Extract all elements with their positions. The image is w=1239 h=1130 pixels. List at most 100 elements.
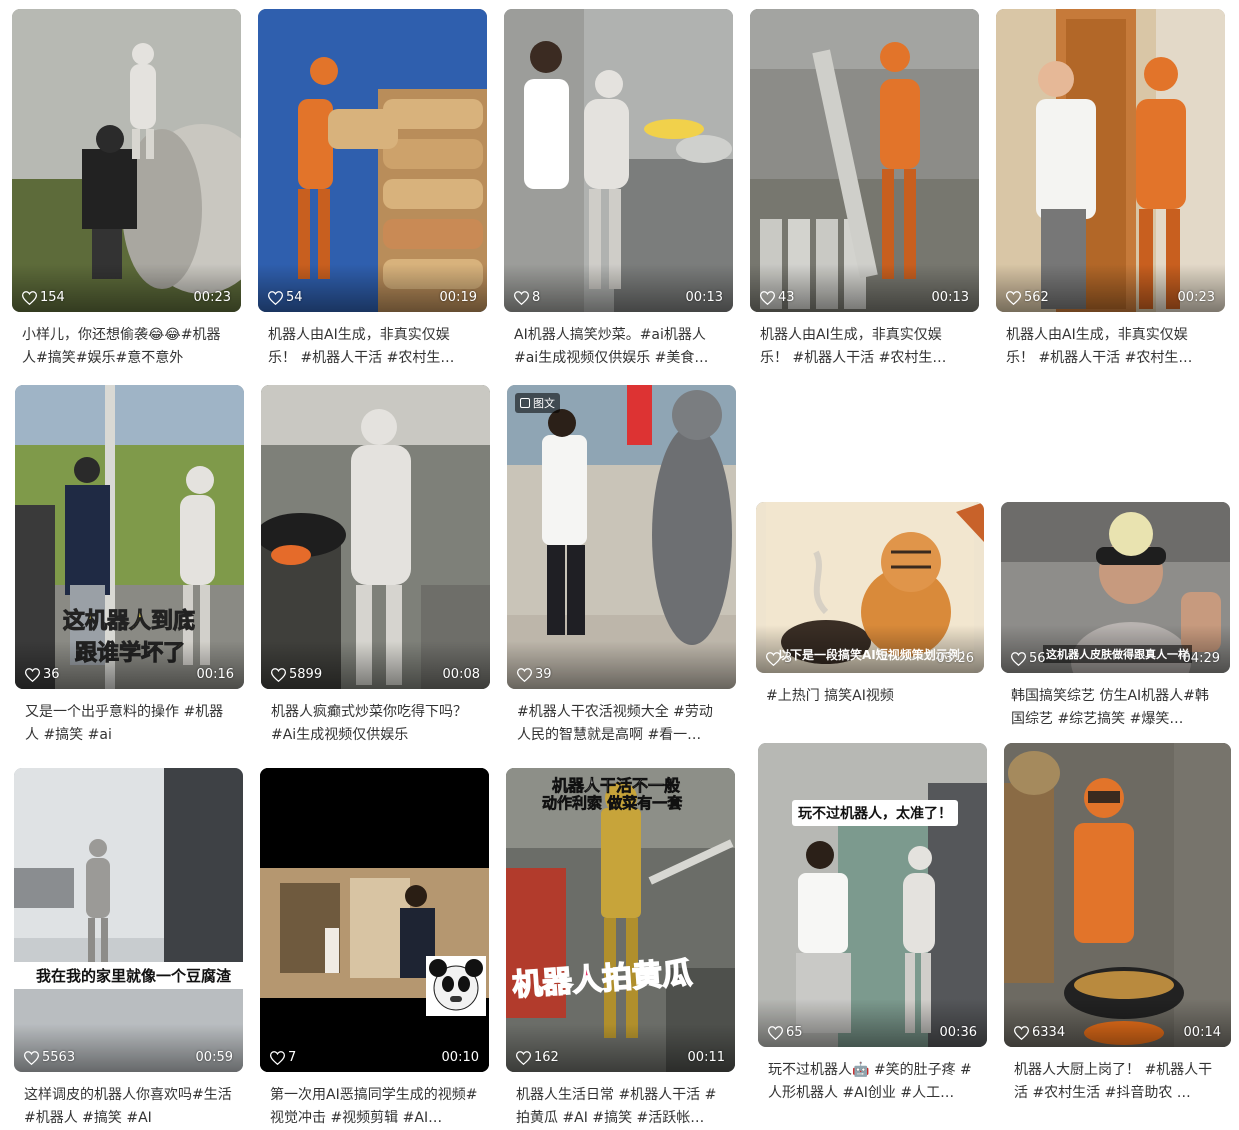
video-card-4[interactable]: 43 00:13 机器人由AI生成，非真实仅娱乐！ #机器人干活 #农村生… xyxy=(750,9,979,370)
like-count[interactable]: 39 xyxy=(517,667,552,682)
video-thumbnail[interactable]: 8 00:13 xyxy=(504,9,733,312)
video-card-9[interactable]: 以下是一段搞笑AI短视频策划示例： 3 03:26 #上热门 搞笑AI视频 xyxy=(756,502,984,731)
video-caption[interactable]: 机器人由AI生成，非真实仅娱乐！ #机器人干活 #农村生… xyxy=(760,324,969,370)
video-card-14[interactable]: 玩不过机器人，太准了！ 65 00:36 玩不过机器人🤖 #笑的肚子疼 #人形机… xyxy=(758,743,987,1105)
video-duration: 00:11 xyxy=(687,1050,725,1065)
heart-outline-icon[interactable] xyxy=(516,1050,531,1065)
video-duration: 00:08 xyxy=(442,667,480,682)
video-thumbnail[interactable]: 562 00:23 xyxy=(996,9,1225,312)
heart-outline-icon[interactable] xyxy=(1014,1025,1029,1040)
video-duration: 00:23 xyxy=(193,290,231,305)
heart-outline-icon[interactable] xyxy=(25,667,40,682)
video-overlay-text: 我在我的家里就像一个豆腐渣 xyxy=(14,962,243,989)
video-thumbnail[interactable]: 这机器人皮肤做得跟真人一样 56 04:29 xyxy=(1001,502,1230,673)
badge-label: 图文 xyxy=(533,397,555,410)
video-card-10[interactable]: 这机器人皮肤做得跟真人一样 56 04:29 韩国搞笑综艺 仿生AI机器人#韩国… xyxy=(1001,502,1230,731)
video-duration: 00:16 xyxy=(196,667,234,682)
video-thumbnail[interactable]: 我在我的家里就像一个豆腐渣 5563 00:59 xyxy=(14,768,243,1072)
like-count[interactable]: 36 xyxy=(25,667,60,682)
like-count[interactable]: 54 xyxy=(268,290,303,305)
video-card-11[interactable]: 我在我的家里就像一个豆腐渣 5563 00:59 这样调皮的机器人你喜欢吗#生活… xyxy=(14,768,243,1130)
like-count[interactable]: 5899 xyxy=(271,667,322,682)
like-count-value: 8 xyxy=(532,290,541,305)
like-count[interactable]: 5563 xyxy=(24,1050,75,1065)
like-count-value: 36 xyxy=(43,667,60,682)
heart-outline-icon[interactable] xyxy=(517,667,532,682)
video-thumbnail[interactable]: 43 00:13 xyxy=(750,9,979,312)
video-duration: 03:26 xyxy=(936,651,974,666)
video-duration: 00:23 xyxy=(1177,290,1215,305)
like-count[interactable]: 43 xyxy=(760,290,795,305)
video-duration: 00:36 xyxy=(939,1025,977,1040)
video-caption[interactable]: 小样儿，你还想偷袭😂😂#机器人#搞笑#娱乐#意不意外 xyxy=(22,324,231,370)
like-count[interactable]: 8 xyxy=(514,290,540,305)
video-thumbnail[interactable]: 机器人干活不一般 动作利索 做菜有一套 机器人拍黄瓜 162 00:11 xyxy=(506,768,735,1072)
heart-outline-icon[interactable] xyxy=(766,651,781,666)
heart-outline-icon[interactable] xyxy=(1006,290,1021,305)
video-caption[interactable]: 机器人生活日常 #机器人干活 #拍黄瓜 #AI #搞笑 #活跃帐… xyxy=(516,1084,725,1130)
heart-outline-icon[interactable] xyxy=(768,1025,783,1040)
video-caption[interactable]: #上热门 搞笑AI视频 xyxy=(766,685,974,731)
video-card-2[interactable]: 54 00:19 机器人由AI生成，非真实仅娱乐！ #机器人干活 #农村生… xyxy=(258,9,487,370)
heart-outline-icon[interactable] xyxy=(514,290,529,305)
heart-outline-icon[interactable] xyxy=(24,1050,39,1065)
video-card-8[interactable]: 图文 39 #机器人干农活视频大全 #劳动人民的智慧就是高啊 #看一… xyxy=(507,385,736,747)
video-card-3[interactable]: 8 00:13 AI机器人搞笑炒菜。#ai机器人 #ai生成视频仅供娱乐 #美食… xyxy=(504,9,733,370)
image-text-icon xyxy=(520,398,530,408)
heart-outline-icon[interactable] xyxy=(270,1050,285,1065)
video-caption[interactable]: 又是一个出乎意料的操作 #机器人 #搞笑 #ai xyxy=(25,701,234,747)
video-overlay-text: 玩不过机器人，太准了！ xyxy=(792,800,958,826)
video-card-12[interactable]: 7 00:10 第一次用AI恶搞同学生成的视频#视觉冲击 #视频剪辑 #AI… xyxy=(260,768,489,1130)
video-thumbnail[interactable]: 图文 39 xyxy=(507,385,736,689)
video-card-7[interactable]: 5899 00:08 机器人疯癫式炒菜你吃得下吗？ #Ai生成视频仅供娱乐 xyxy=(261,385,490,747)
panda-meme-icon xyxy=(426,956,486,1016)
video-thumbnail[interactable]: 5899 00:08 xyxy=(261,385,490,689)
video-overlay-text: 这机器人皮肤做得跟真人一样 xyxy=(1043,645,1192,663)
video-caption[interactable]: 韩国搞笑综艺 仿生AI机器人#韩国综艺 #综艺搞笑 #爆笑… xyxy=(1011,685,1220,731)
video-caption[interactable]: 机器人大厨上岗了！ #机器人干活 #农村生活 #抖音助农 … xyxy=(1014,1059,1221,1105)
video-caption[interactable]: 机器人由AI生成，非真实仅娱乐！ #机器人干活 #农村生… xyxy=(1006,324,1215,370)
video-thumbnail[interactable]: 玩不过机器人，太准了！ 65 00:36 xyxy=(758,743,987,1047)
video-caption[interactable]: 机器人疯癫式炒菜你吃得下吗？ #Ai生成视频仅供娱乐 xyxy=(271,701,480,747)
like-count[interactable]: 6334 xyxy=(1014,1025,1065,1040)
like-count-value: 6334 xyxy=(1032,1025,1066,1040)
heart-outline-icon[interactable] xyxy=(1011,651,1026,666)
heart-outline-icon[interactable] xyxy=(22,290,37,305)
video-thumbnail[interactable]: 以下是一段搞笑AI短视频策划示例： 3 03:26 xyxy=(756,502,984,673)
video-thumbnail[interactable]: 这机器人到底 跟谁学坏了 36 00:16 xyxy=(15,385,244,689)
like-count[interactable]: 65 xyxy=(768,1025,803,1040)
like-count[interactable]: 56 xyxy=(1011,651,1046,666)
video-thumbnail[interactable]: 54 00:19 xyxy=(258,9,487,312)
video-caption[interactable]: 玩不过机器人🤖 #笑的肚子疼 #人形机器人 #AI创业 #人工… xyxy=(768,1059,977,1105)
video-duration: 04:29 xyxy=(1182,651,1220,666)
like-count[interactable]: 162 xyxy=(516,1050,559,1065)
video-card-5[interactable]: 562 00:23 机器人由AI生成，非真实仅娱乐！ #机器人干活 #农村生… xyxy=(996,9,1225,370)
video-card-15[interactable]: 6334 00:14 机器人大厨上岗了！ #机器人干活 #农村生活 #抖音助农 … xyxy=(1004,743,1231,1105)
like-count[interactable]: 3 xyxy=(766,651,792,666)
video-caption[interactable]: 第一次用AI恶搞同学生成的视频#视觉冲击 #视频剪辑 #AI… xyxy=(270,1084,479,1130)
like-count-value: 43 xyxy=(778,290,795,305)
like-count[interactable]: 562 xyxy=(1006,290,1049,305)
heart-outline-icon[interactable] xyxy=(760,290,775,305)
like-count-value: 56 xyxy=(1029,651,1046,666)
like-count-value: 162 xyxy=(534,1050,559,1065)
heart-outline-icon[interactable] xyxy=(271,667,286,682)
heart-outline-icon[interactable] xyxy=(268,290,283,305)
video-caption[interactable]: 机器人由AI生成，非真实仅娱乐！ #机器人干活 #农村生… xyxy=(268,324,477,370)
video-duration: 00:13 xyxy=(685,290,723,305)
video-thumbnail[interactable]: 154 00:23 xyxy=(12,9,241,312)
video-card-1[interactable]: 154 00:23 小样儿，你还想偷袭😂😂#机器人#搞笑#娱乐#意不意外 xyxy=(12,9,241,370)
image-text-badge: 图文 xyxy=(515,393,560,413)
video-caption[interactable]: 这样调皮的机器人你喜欢吗#生活 #机器人 #搞笑 #AI xyxy=(24,1084,233,1130)
like-count[interactable]: 7 xyxy=(270,1050,296,1065)
video-caption[interactable]: #机器人干农活视频大全 #劳动人民的智慧就是高啊 #看一… xyxy=(517,701,726,747)
video-card-6[interactable]: 这机器人到底 跟谁学坏了 36 00:16 又是一个出乎意料的操作 #机器人 #… xyxy=(15,385,244,747)
video-caption[interactable]: AI机器人搞笑炒菜。#ai机器人 #ai生成视频仅供娱乐 #美食… xyxy=(514,324,723,370)
video-card-13[interactable]: 机器人干活不一般 动作利索 做菜有一套 机器人拍黄瓜 162 00:11 机器人… xyxy=(506,768,735,1130)
like-count-value: 7 xyxy=(288,1050,297,1065)
like-count-value: 562 xyxy=(1024,290,1049,305)
like-count-value: 154 xyxy=(40,290,65,305)
video-thumbnail[interactable]: 6334 00:14 xyxy=(1004,743,1231,1047)
video-thumbnail[interactable]: 7 00:10 xyxy=(260,768,489,1072)
like-count[interactable]: 154 xyxy=(22,290,65,305)
